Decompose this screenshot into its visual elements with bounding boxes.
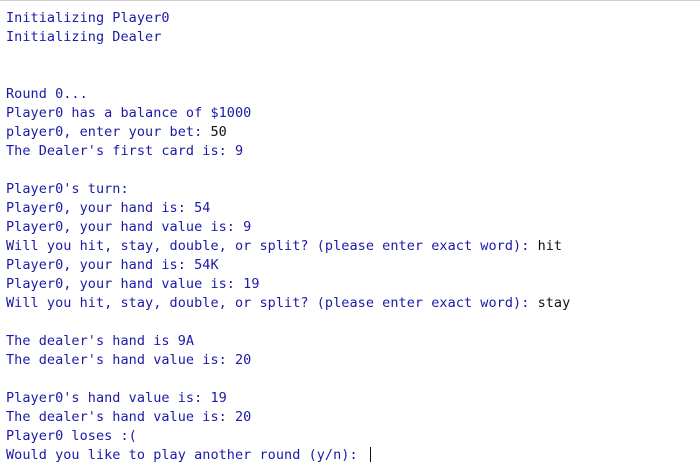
program-output-text: The dealer's hand is 9A bbox=[6, 333, 195, 349]
user-input-text: hit bbox=[537, 238, 563, 254]
program-output-text: The dealer's hand value is: 20 bbox=[6, 409, 252, 425]
program-output-text: Player0, your hand is: 54K bbox=[6, 257, 219, 273]
program-output-text: Initializing Player0 bbox=[6, 10, 170, 26]
console-line: Initializing Dealer bbox=[6, 28, 570, 47]
program-output-text: Player0's hand value is: 19 bbox=[6, 390, 227, 406]
console-line: Player0, your hand value is: 9 bbox=[6, 218, 570, 237]
console-line: Player0's turn: bbox=[6, 180, 570, 199]
program-output-text: Will you hit, stay, double, or split? (p… bbox=[6, 238, 538, 254]
program-output-text: Player0 has a balance of $1000 bbox=[6, 105, 252, 121]
console-line: Round 0... bbox=[6, 85, 570, 104]
program-output-text: Player0's turn: bbox=[6, 181, 129, 197]
console-line: Player0 loses :( bbox=[6, 427, 570, 446]
user-input-text: 50 bbox=[210, 124, 227, 140]
program-output-text: Player0 loses :( bbox=[6, 428, 137, 444]
program-output-text: The dealer's hand value is: 20 bbox=[6, 352, 252, 368]
program-output-text: Initializing Dealer bbox=[6, 29, 162, 45]
console-line: Will you hit, stay, double, or split? (p… bbox=[6, 294, 570, 313]
program-output-text: Player0, your hand value is: 19 bbox=[6, 276, 260, 292]
console-line: Player0 has a balance of $1000 bbox=[6, 104, 570, 123]
console-line: Player0, your hand is: 54K bbox=[6, 256, 570, 275]
program-output-text: player0, enter your bet: bbox=[6, 124, 211, 140]
console-line: Player0, your hand value is: 19 bbox=[6, 275, 570, 294]
console-line: The dealer's hand value is: 20 bbox=[6, 351, 570, 370]
program-output-text: Will you hit, stay, double, or split? (p… bbox=[6, 295, 538, 311]
program-output-text: The Dealer's first card is: 9 bbox=[6, 143, 244, 159]
console-line: Player0, your hand is: 54 bbox=[6, 199, 570, 218]
text-cursor[interactable] bbox=[369, 447, 371, 462]
console-line: Will you hit, stay, double, or split? (p… bbox=[6, 237, 570, 256]
console-line: Initializing Player0 bbox=[6, 9, 570, 28]
console-line: Player0's hand value is: 19 bbox=[6, 389, 570, 408]
program-output-text: Would you like to play another round (y/… bbox=[6, 447, 366, 463]
console-line: player0, enter your bet: 50 bbox=[6, 123, 570, 142]
program-output-text: Player0, your hand value is: 9 bbox=[6, 219, 252, 235]
console-line: The dealer's hand is 9A bbox=[6, 332, 570, 351]
console-output[interactable]: Initializing Player0 Initializing Dealer R… bbox=[0, 0, 700, 467]
program-output-text: Round 0... bbox=[6, 86, 88, 102]
console-line: Would you like to play another round (y/… bbox=[6, 446, 570, 465]
console-line: The dealer's hand value is: 20 bbox=[6, 408, 570, 427]
console-lines: Initializing Player0 Initializing Dealer R… bbox=[6, 9, 570, 465]
user-input-text: stay bbox=[537, 295, 571, 311]
console-line: The Dealer's first card is: 9 bbox=[6, 142, 570, 161]
program-output-text: Player0, your hand is: 54 bbox=[6, 200, 211, 216]
